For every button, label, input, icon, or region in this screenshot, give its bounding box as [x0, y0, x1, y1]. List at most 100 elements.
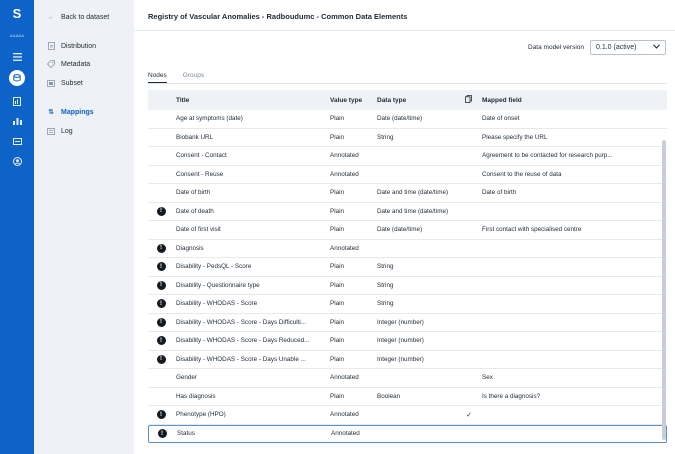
cell-mapped-field: Is there a diagnosis? — [482, 392, 541, 400]
table-row[interactable]: Date of birth Plain Date and time (date/ti… — [148, 184, 667, 203]
warning-icon: ! — [156, 410, 166, 420]
user-icon[interactable] — [0, 152, 34, 170]
cell-value-type: Annotated — [330, 244, 359, 252]
sidebar-item-log[interactable]: Log — [47, 127, 73, 135]
data-model-version: Data model version 0.1.0 (active) — [528, 40, 666, 55]
cell-data-type: String — [377, 300, 394, 308]
cell-data-type: Integer (number) — [377, 318, 424, 326]
sidebar-item-label: Metadata — [61, 60, 91, 68]
table-row[interactable]: Age at symptoms (date) Plain Date (date/ti… — [148, 110, 667, 129]
cell-data-type: Date (date/time) — [377, 115, 423, 123]
warning-icon: ! — [156, 299, 166, 309]
cell-value-type: Plain — [330, 207, 345, 215]
table-row[interactable]: ! Disability - Questionnaire type Plain Str… — [148, 277, 667, 295]
cell-title: Disability - WHODAS - Score — [176, 300, 258, 308]
cell-title: Gender — [176, 374, 198, 382]
table-row[interactable]: ! Status Annotated — [148, 424, 667, 443]
document-icon[interactable] — [0, 92, 34, 110]
table-row[interactable]: Date of first visit Plain Date (date/time)… — [148, 221, 667, 240]
scrollbar-thumb[interactable] — [662, 140, 666, 440]
sidebar-item-label: Mappings — [61, 108, 94, 116]
subset-icon — [47, 79, 55, 87]
mapping-icon: ⇅ — [48, 109, 54, 116]
back-label: Back to dataset — [61, 13, 110, 21]
app-rail: S AAAAA — [0, 0, 34, 454]
sidebar-item-label: Subset — [61, 79, 83, 87]
cell-mapped-field: Agreement to be contacted for research p… — [482, 152, 613, 160]
table-row[interactable]: Gender Annotated Sex — [148, 369, 667, 388]
table-row[interactable]: Consent - Contact Annotated Agreement to b… — [148, 147, 667, 166]
arrow-left-icon: ← — [47, 13, 55, 21]
warning-icon: ! — [156, 354, 166, 364]
warning-icon: ! — [156, 280, 166, 290]
sidebar-item-metadata[interactable]: Metadata — [47, 60, 90, 68]
mappings-table: Title Value type Data type Mapped field … — [148, 90, 667, 443]
cell-value-type: Plain — [330, 226, 345, 234]
column-header-data-type[interactable]: Data type — [377, 97, 406, 104]
table-header: Title Value type Data type Mapped field — [148, 90, 667, 110]
column-header-mapped-field[interactable]: Mapped field — [480, 97, 667, 104]
cell-title: Disability - WHODAS - Score - Days Unabl… — [176, 355, 306, 363]
cell-value-type: Annotated — [330, 170, 359, 178]
table-row[interactable]: ! Phenotype (HPO) Annotated ✓ — [148, 406, 667, 425]
cell-data-type: Integer (number) — [377, 337, 424, 345]
cell-title: Consent - Contact — [176, 152, 227, 160]
divider — [148, 83, 667, 84]
cell-title: Date of first visit — [176, 226, 221, 234]
page-title: Registry of Vascular Anomalies - Radboud… — [148, 12, 408, 21]
cell-data-type: String — [377, 133, 394, 141]
chart-icon[interactable] — [0, 112, 34, 130]
menu-icon[interactable] — [0, 48, 34, 66]
table-row[interactable]: ! Diagnosis Annotated — [148, 240, 667, 258]
tab-groups[interactable]: Groups — [183, 72, 204, 83]
cell-data-type: Boolean — [377, 392, 401, 400]
version-label: Data model version — [528, 44, 584, 51]
cell-title: Phenotype (HPO) — [176, 411, 226, 419]
cell-title: Status — [177, 430, 195, 438]
table-row[interactable]: ! Disability - WHODAS - Score Plain String — [148, 295, 667, 314]
cell-value-type: Plain — [330, 318, 345, 326]
cell-value-type: Plain — [330, 115, 345, 123]
cell-value-type: Annotated — [331, 430, 360, 438]
sidebar-item-subset[interactable]: Subset — [47, 79, 83, 87]
table-row[interactable]: ! Disability - WHODAS - Score - Days Unab… — [148, 351, 667, 369]
version-value: 0.1.0 (active) — [596, 44, 637, 51]
table-row[interactable]: ! Disability - PedsQL - Score Plain String — [148, 258, 667, 277]
column-header-title[interactable]: Title — [174, 97, 328, 104]
cell-data-type: Integer (number) — [377, 355, 424, 363]
card-icon[interactable] — [0, 132, 34, 150]
cell-value-type: Plain — [330, 189, 345, 197]
database-icon[interactable] — [0, 69, 34, 87]
cell-value-type: Annotated — [330, 152, 359, 160]
app-logo[interactable]: S — [0, 4, 34, 22]
cell-title: Date of death — [176, 207, 214, 215]
version-select[interactable]: 0.1.0 (active) — [590, 40, 666, 55]
cell-mapped-field: Please specify the URL — [482, 133, 548, 141]
copy-icon[interactable] — [465, 95, 472, 105]
tab-nodes[interactable]: Nodes — [148, 72, 167, 83]
cell-mapped-field: Date of onset — [482, 115, 520, 123]
cell-value-type: Plain — [330, 133, 345, 141]
cell-value-type: Plain — [330, 263, 345, 271]
cell-value-type: Plain — [330, 300, 345, 308]
table-row[interactable]: Consent - Reuse Annotated Consent to the r… — [148, 166, 667, 184]
document-icon — [47, 42, 55, 50]
table-row[interactable]: Biobank URL Plain String Please specify the… — [148, 129, 667, 147]
sidebar-item-distribution[interactable]: Distribution — [47, 42, 96, 50]
cell-title: Has diagnosis — [176, 392, 216, 400]
table-row[interactable]: ! Disability - WHODAS - Score - Days Diff… — [148, 314, 667, 332]
warning-icon: ! — [156, 206, 166, 216]
user-initials[interactable]: AAAAA — [0, 26, 34, 44]
cell-data-type: Date and time (date/time) — [377, 207, 449, 215]
sidebar-item-label: Distribution — [61, 42, 97, 50]
cell-value-type: Plain — [330, 337, 345, 345]
back-to-dataset-link[interactable]: ← Back to dataset — [47, 13, 110, 21]
scrollbar[interactable] — [661, 110, 667, 440]
table-row[interactable]: Has diagnosis Plain Boolean Is there a diag… — [148, 388, 667, 406]
column-header-value-type[interactable]: Value type — [328, 97, 375, 104]
table-row[interactable]: ! Date of death Plain Date and time (date/t… — [148, 203, 667, 221]
cell-value-type: Plain — [330, 281, 345, 289]
check-icon: ✓ — [466, 411, 472, 419]
table-row[interactable]: ! Disability - WHODAS - Score - Days Redu… — [148, 332, 667, 351]
sidebar-item-mappings[interactable]: ⇅ Mappings — [47, 108, 94, 117]
